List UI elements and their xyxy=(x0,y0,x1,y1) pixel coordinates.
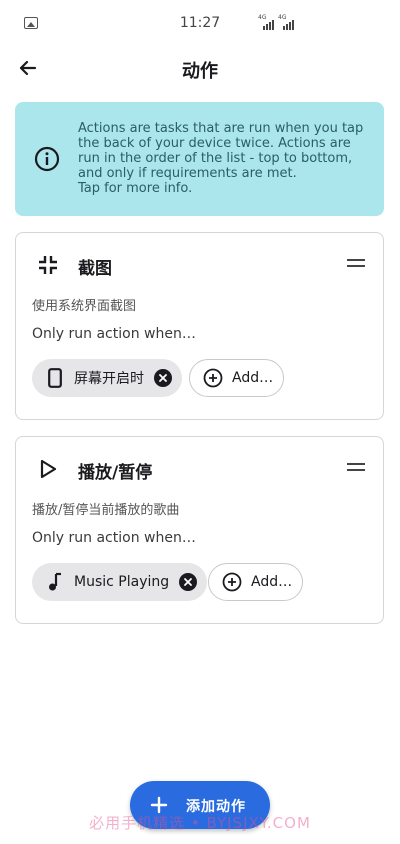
condition-label: Only run action when… xyxy=(32,326,196,342)
info-circle-icon xyxy=(34,146,60,172)
phone-icon xyxy=(44,367,66,389)
add-requirement-button[interactable]: Add… xyxy=(189,359,284,397)
action-title: 播放/暂停 xyxy=(78,463,153,483)
info-banner[interactable]: Actions are tasks that are run when you … xyxy=(15,102,384,216)
signal-indicators: 4G 4G xyxy=(258,14,294,30)
action-description: 使用系统界面截图 xyxy=(32,299,137,314)
signal-icon: 4G xyxy=(278,14,294,30)
add-requirement-button[interactable]: Add… xyxy=(208,563,303,601)
requirement-chip[interactable]: 屏幕开启时 xyxy=(32,359,182,397)
add-circle-icon xyxy=(202,367,224,389)
action-title: 截图 xyxy=(78,259,112,279)
status-time: 11:27 xyxy=(179,15,221,31)
app-bar: 动作 xyxy=(0,44,400,92)
action-card: 截图 使用系统界面截图 Only run action when… 屏幕开启时 … xyxy=(15,232,384,420)
requirement-label: 屏幕开启时 xyxy=(74,371,144,387)
drag-handle-icon[interactable] xyxy=(347,463,365,473)
add-action-button[interactable]: 添加动作 xyxy=(130,781,270,829)
remove-requirement-icon[interactable] xyxy=(179,573,198,591)
info-text: Actions are tasks that are run when you … xyxy=(78,121,364,196)
status-bar: 11:27 4G 4G xyxy=(0,0,400,44)
play-icon xyxy=(36,457,60,481)
drag-handle-icon[interactable] xyxy=(347,259,365,269)
add-action-label: 添加动作 xyxy=(186,799,246,815)
music-note-icon xyxy=(44,571,66,593)
plus-icon xyxy=(150,796,168,814)
requirement-label: Music Playing xyxy=(74,574,170,590)
requirement-chip[interactable]: Music Playing xyxy=(32,563,208,601)
add-circle-icon xyxy=(221,571,243,593)
page-title: 动作 xyxy=(182,61,218,82)
remove-requirement-icon[interactable] xyxy=(154,369,172,387)
add-requirement-label: Add… xyxy=(251,574,293,590)
condition-label: Only run action when… xyxy=(32,530,196,546)
action-description: 播放/暂停当前播放的歌曲 xyxy=(32,503,180,518)
add-requirement-label: Add… xyxy=(232,370,274,386)
signal-icon: 4G xyxy=(258,14,274,30)
action-card: 播放/暂停 播放/暂停当前播放的歌曲 Only run action when…… xyxy=(15,436,384,624)
shrink-arrows-icon xyxy=(36,253,60,277)
